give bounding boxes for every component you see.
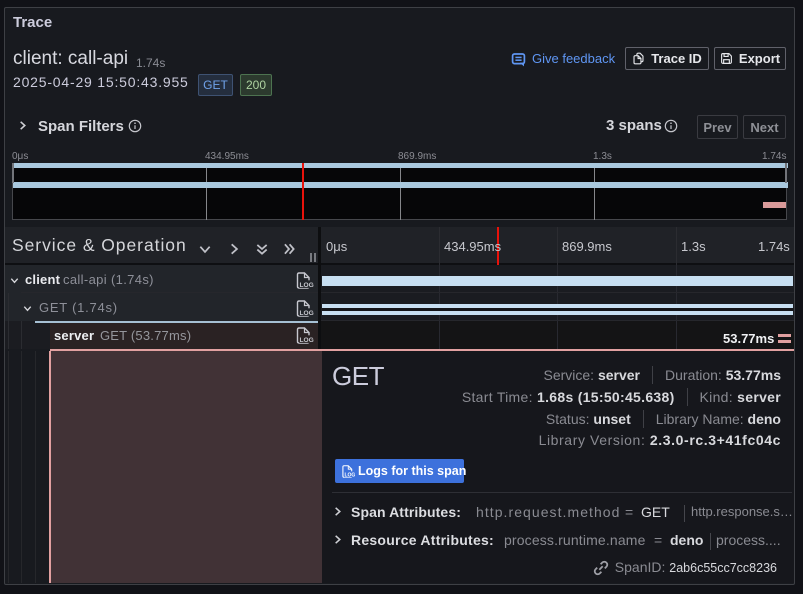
svg-text:LOG: LOG [300,337,314,344]
svg-text:LOG: LOG [300,282,314,289]
svg-text:LOG: LOG [344,472,355,478]
svg-text:LOG: LOG [300,310,314,317]
